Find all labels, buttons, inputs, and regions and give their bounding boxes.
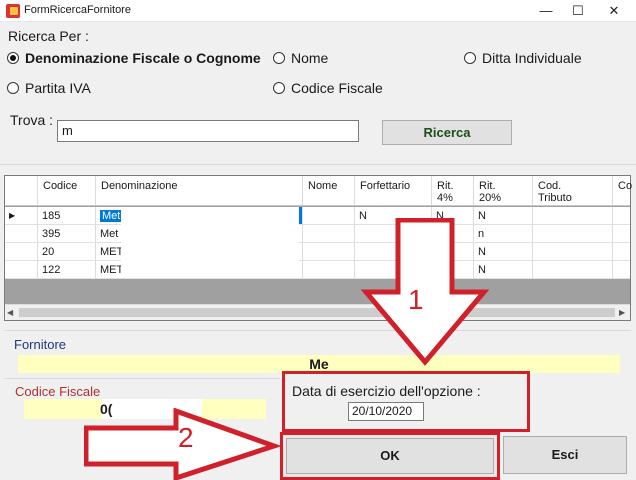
radio-codice-fiscale[interactable]: Codice Fiscale — [273, 80, 383, 96]
search-button[interactable]: Ricerca — [382, 120, 512, 145]
row-selector — [5, 243, 38, 260]
row-selector-arrow-icon: ▶ — [5, 207, 38, 224]
ok-button-highlight: OK — [280, 432, 500, 480]
tax-code-label: Codice Fiscale — [15, 384, 101, 399]
annotation-step-2: 2 — [178, 422, 194, 453]
option-date-group: Data di esercizio dell'opzione : 20/10/2… — [282, 371, 530, 432]
exit-button[interactable]: Esci — [503, 436, 627, 474]
cell-cod-tributo[interactable] — [533, 207, 613, 224]
cell-codice[interactable]: 185 — [38, 207, 96, 224]
cell-codice[interactable]: 122 — [38, 261, 96, 278]
scroll-right-icon[interactable]: ▶ — [619, 308, 625, 317]
option-date-label: Data di esercizio dell'opzione : — [292, 383, 481, 399]
cell-nome[interactable] — [303, 243, 355, 260]
supplier-group: Fornitore Me — [4, 330, 631, 376]
col-rit20[interactable]: Rit. 20% — [474, 176, 533, 205]
cell-co[interactable] — [613, 261, 630, 278]
radio-nome[interactable]: Nome — [273, 50, 328, 66]
find-label: Trova : — [10, 112, 54, 128]
window-title: FormRicercaFornitore — [24, 4, 131, 16]
cell-nome[interactable] — [303, 261, 355, 278]
suppliers-grid: Codice Denominazione Nome Forfettario Ri… — [4, 175, 632, 321]
redaction-patch — [121, 208, 299, 278]
col-forfettario[interactable]: Forfettario — [355, 176, 432, 205]
close-button[interactable]: ✕ — [596, 0, 632, 22]
col-denominazione[interactable]: Denominazione — [96, 176, 303, 205]
search-by-label: Ricerca Per : — [8, 28, 89, 44]
cell-cod-tributo[interactable] — [533, 225, 613, 242]
scroll-left-icon[interactable]: ◀ — [7, 308, 13, 317]
radio-icon — [273, 82, 285, 94]
radio-partita-iva[interactable]: Partita IVA — [7, 80, 91, 96]
ok-button[interactable]: OK — [286, 438, 494, 474]
radio-label: Partita IVA — [25, 80, 91, 96]
radio-label: Ditta Individuale — [482, 50, 582, 66]
divider — [0, 164, 636, 165]
row-header-corner — [5, 176, 38, 205]
minimize-button[interactable]: — — [528, 0, 564, 22]
selection-edge — [299, 207, 302, 224]
supplier-value: Me — [309, 356, 329, 372]
radio-denominazione[interactable]: Denominazione Fiscale o Cognome — [7, 50, 261, 66]
maximize-button[interactable]: ☐ — [560, 0, 596, 22]
row-selector — [5, 225, 38, 242]
title-bar: FormRicercaFornitore — ☐ ✕ — [0, 0, 636, 22]
app-icon — [6, 4, 20, 18]
col-nome[interactable]: Nome — [303, 176, 355, 205]
radio-icon — [273, 52, 285, 64]
find-input[interactable]: m — [57, 120, 359, 142]
radio-icon — [7, 82, 19, 94]
cell-cod-tributo[interactable] — [533, 243, 613, 260]
radio-checked-icon — [7, 52, 19, 64]
cell-cod-tributo[interactable] — [533, 261, 613, 278]
grid-header: Codice Denominazione Nome Forfettario Ri… — [5, 176, 632, 206]
cell-nome[interactable] — [303, 207, 355, 224]
radio-icon — [464, 52, 476, 64]
radio-label: Codice Fiscale — [291, 80, 383, 96]
cell-co[interactable] — [613, 243, 630, 260]
row-selector — [5, 261, 38, 278]
cell-codice[interactable]: 395 — [38, 225, 96, 242]
table-row[interactable]: 20 METi N — [5, 243, 630, 261]
cell-co[interactable] — [613, 225, 630, 242]
table-row[interactable]: ▶ 185 Met N N N — [5, 207, 630, 225]
annotation-step-1: 1 — [408, 284, 424, 315]
horizontal-scrollbar[interactable]: ◀ ▶ — [5, 304, 630, 320]
radio-ditta-individuale[interactable]: Ditta Individuale — [464, 50, 582, 66]
radio-label: Denominazione Fiscale o Cognome — [25, 50, 261, 66]
option-date-input[interactable]: 20/10/2020 — [348, 402, 424, 421]
col-rit4[interactable]: Rit. 4% — [432, 176, 474, 205]
col-co[interactable]: Co — [613, 176, 632, 205]
supplier-label: Fornitore — [14, 337, 67, 352]
cell-co[interactable] — [613, 207, 630, 224]
radio-label: Nome — [291, 50, 329, 66]
cell-codice[interactable]: 20 — [38, 243, 96, 260]
cell-denominazione-text: Met — [100, 210, 123, 222]
annotation-arrow-down-icon — [360, 218, 490, 366]
scrollbar-thumb[interactable] — [19, 308, 615, 317]
table-row[interactable]: 122 METi N — [5, 261, 630, 279]
cell-nome[interactable] — [303, 225, 355, 242]
table-row[interactable]: 395 Met n — [5, 225, 630, 243]
col-cod-tributo[interactable]: Cod. Tributo — [533, 176, 613, 205]
col-codice[interactable]: Codice — [38, 176, 96, 205]
